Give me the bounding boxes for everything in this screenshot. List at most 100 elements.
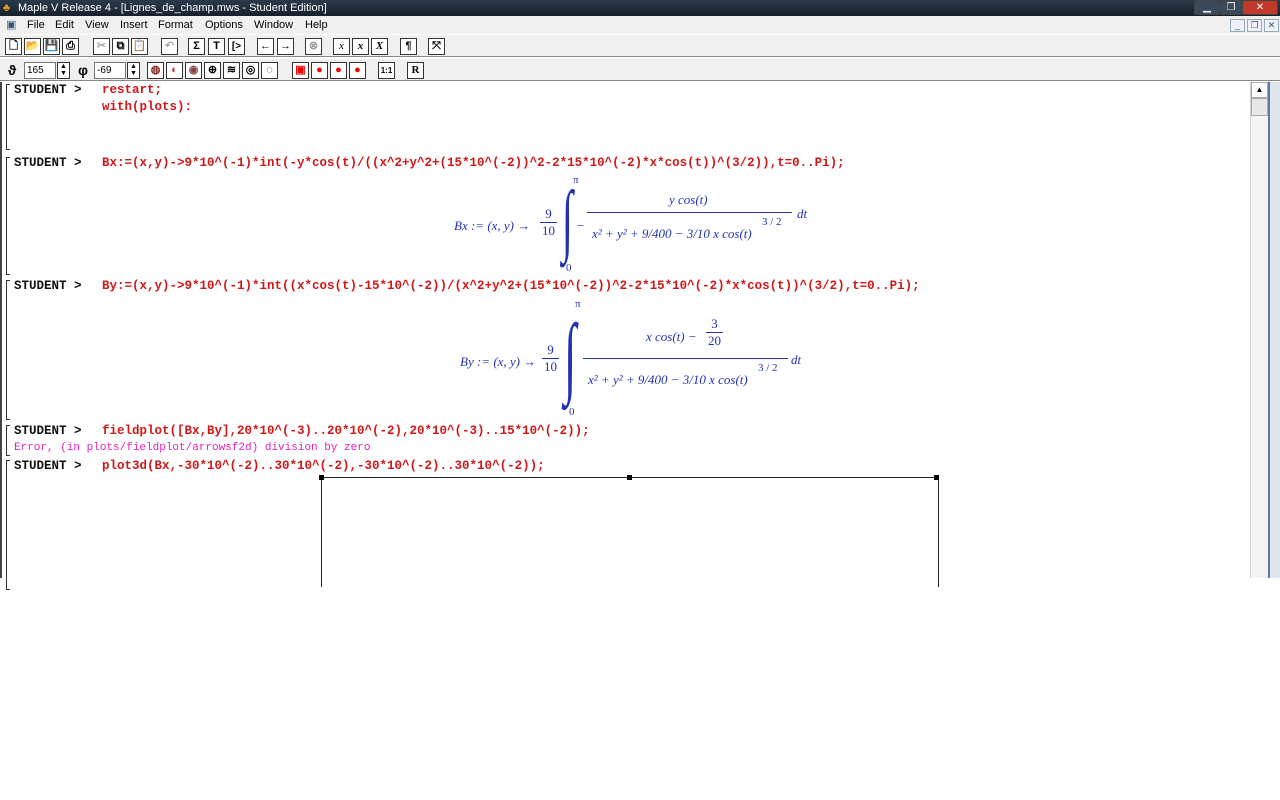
math-input-icon[interactable]: Σ xyxy=(188,38,205,55)
execution-group-bracket[interactable] xyxy=(6,84,10,150)
close-button[interactable]: ✕ xyxy=(1242,0,1278,15)
undo-icon[interactable]: ↶ xyxy=(161,38,178,55)
math-mode-icon[interactable]: x xyxy=(352,38,369,55)
text-input-icon[interactable]: T xyxy=(208,38,225,55)
minus-sign: − xyxy=(577,218,585,233)
plot-toolbar: ϑ 165 ▲ ▼ φ -69 ▲ ▼ ◍ ◐ ◉ ⊕ ≋ ◎ ◌ ▣ ● ● ● … xyxy=(0,58,1280,81)
style-contour-icon[interactable]: ≋ xyxy=(223,62,240,79)
error-message: Error, (in plots/fieldplot/arrowsf2d) di… xyxy=(14,442,371,454)
menu-bar: ▣ File Edit View Insert Format Options W… xyxy=(0,16,1280,34)
mdi-minimize-button[interactable]: _ xyxy=(1230,19,1245,32)
input-line[interactable]: Bx:=(x,y)->9*10^(-1)*int(-y*cos(t)/((x^2… xyxy=(102,156,845,170)
minimize-button[interactable]: ▁ xyxy=(1194,0,1220,15)
style-patch-nogrid-icon[interactable]: ◐ xyxy=(166,62,183,79)
input-line[interactable]: with(plots): xyxy=(102,100,192,114)
open-folder-icon[interactable]: 📂 xyxy=(24,38,41,55)
expand-icon[interactable]: ⤧ xyxy=(428,38,445,55)
insert-prompt-icon[interactable]: [> xyxy=(228,38,245,55)
menu-insert[interactable]: Insert xyxy=(120,16,148,34)
axes-none-icon[interactable]: ● xyxy=(349,62,366,79)
document-icon[interactable]: ▣ xyxy=(6,16,16,34)
menu-help[interactable]: Help xyxy=(305,16,328,34)
coefficient: 9 10 xyxy=(542,342,559,374)
new-file-icon[interactable]: 🗋 xyxy=(5,38,22,55)
theta-input[interactable]: 165 xyxy=(24,62,56,79)
axes-frame-icon[interactable]: ● xyxy=(311,62,328,79)
window-border xyxy=(1268,82,1280,578)
style-patch-contour-icon[interactable]: ◉ xyxy=(185,62,202,79)
window-title: Maple V Release 4 - [Lignes_de_champ.mws… xyxy=(18,2,327,14)
constrained-scaling-button[interactable]: 1:1 xyxy=(378,62,395,79)
save-icon[interactable]: 💾 xyxy=(43,38,60,55)
text-mode-icon[interactable]: x xyxy=(333,38,350,55)
input-line[interactable]: restart; xyxy=(102,83,162,97)
input-line[interactable]: fieldplot([Bx,By],20*10^(-3)..20*10^(-2)… xyxy=(102,424,590,438)
style-point-icon[interactable]: ◌ xyxy=(261,62,278,79)
exponent: 3 / 2 xyxy=(762,216,782,228)
execution-group-bracket[interactable] xyxy=(6,460,10,590)
maple-app-icon: ♣ xyxy=(3,2,11,14)
upper-limit: π xyxy=(573,174,579,186)
indent-icon[interactable]: → xyxy=(277,38,294,55)
integral-sign: ∫ xyxy=(564,307,577,406)
execution-group-bracket[interactable] xyxy=(6,157,10,275)
denominator: x² + y² + 9/400 − 3/10 x cos(t) xyxy=(592,226,752,241)
theta-spinner[interactable]: ▲ ▼ xyxy=(57,62,70,79)
cut-icon[interactable]: ✂ xyxy=(93,38,110,55)
paste-icon[interactable]: 📋 xyxy=(131,38,148,55)
stop-icon[interactable]: ⊗ xyxy=(305,38,322,55)
scroll-up-arrow-icon[interactable]: ▲ xyxy=(1251,82,1268,98)
menu-options[interactable]: Options xyxy=(205,16,243,34)
lower-limit: 0 xyxy=(569,406,575,418)
redraw-button[interactable]: R xyxy=(407,62,424,79)
lower-limit: 0 xyxy=(566,262,572,274)
prompt: STUDENT > xyxy=(14,156,82,170)
dt: dt xyxy=(797,206,808,221)
menu-format[interactable]: Format xyxy=(158,16,193,34)
exponent: 3 / 2 xyxy=(758,362,778,374)
axes-normal-icon[interactable]: ● xyxy=(330,62,347,79)
numerator: y cos(t) xyxy=(669,192,708,207)
outdent-icon[interactable]: ← xyxy=(257,38,274,55)
execution-group-bracket[interactable] xyxy=(6,280,10,420)
style-wireframe-icon[interactable]: ⊕ xyxy=(204,62,221,79)
coefficient: 9 10 xyxy=(540,206,557,238)
theta-label: ϑ xyxy=(8,62,17,78)
bx-lhs: Bx := (x, y) → xyxy=(454,218,531,233)
menu-file[interactable]: File xyxy=(27,16,45,34)
menu-view[interactable]: View xyxy=(85,16,109,34)
upper-limit: π xyxy=(575,298,581,310)
resize-handle[interactable] xyxy=(627,475,632,480)
prompt: STUDENT > xyxy=(14,83,82,97)
title-bar: ♣ Maple V Release 4 - [Lignes_de_champ.m… xyxy=(0,0,1280,16)
copy-icon[interactable]: ⧉ xyxy=(112,38,129,55)
resize-handle[interactable] xyxy=(319,475,324,480)
style-hidden-icon[interactable]: ◎ xyxy=(242,62,259,79)
style-patch-icon[interactable]: ◍ xyxy=(147,62,164,79)
menu-edit[interactable]: Edit xyxy=(55,16,74,34)
dt: dt xyxy=(791,352,802,367)
numerator-fraction: 3 20 xyxy=(706,316,723,348)
mdi-restore-button[interactable]: ❐ xyxy=(1247,19,1262,32)
main-toolbar: 🗋 📂 💾 ⎙ ✂ ⧉ 📋 ↶ Σ T [> ← → ⊗ x x X ¶ ⤧ xyxy=(0,34,1280,57)
input-line[interactable]: plot3d(Bx,-30*10^(-2)..30*10^(-2),-30*10… xyxy=(102,459,545,473)
maple-mode-icon[interactable]: X xyxy=(371,38,388,55)
integral-sign: ∫ xyxy=(562,176,573,264)
execution-group-bracket[interactable] xyxy=(6,425,10,456)
resize-handle[interactable] xyxy=(934,475,939,480)
print-icon[interactable]: ⎙ xyxy=(62,38,79,55)
phi-label: φ xyxy=(78,62,89,78)
restore-button[interactable]: ❐ xyxy=(1220,0,1242,15)
phi-input[interactable]: -69 xyxy=(94,62,126,79)
menu-window[interactable]: Window xyxy=(254,16,293,34)
phi-spinner[interactable]: ▲ ▼ xyxy=(127,62,140,79)
prompt: STUDENT > xyxy=(14,459,82,473)
pilcrow-icon[interactable]: ¶ xyxy=(400,38,417,55)
mdi-close-button[interactable]: ✕ xyxy=(1264,19,1279,32)
numerator: x cos(t) − xyxy=(646,329,697,344)
scroll-thumb[interactable] xyxy=(1251,98,1268,116)
plot3d-region[interactable] xyxy=(319,475,939,587)
axes-boxed-icon[interactable]: ▣ xyxy=(292,62,309,79)
input-line[interactable]: By:=(x,y)->9*10^(-1)*int((x*cos(t)-15*10… xyxy=(102,279,920,293)
vertical-scrollbar[interactable]: ▲ xyxy=(1250,82,1268,578)
